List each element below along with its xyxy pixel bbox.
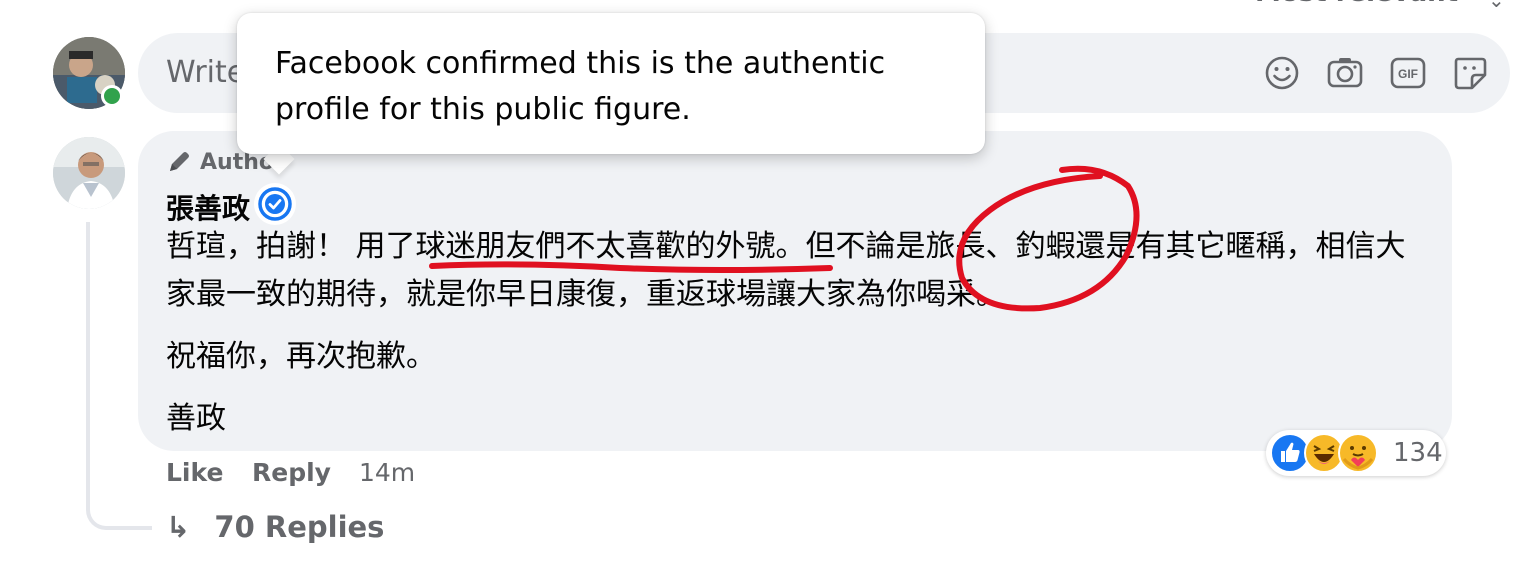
author-name[interactable]: 張善政 bbox=[166, 187, 250, 227]
verified-icon[interactable] bbox=[254, 183, 296, 225]
comment-text: 哲瑄，拍謝！ 用了球迷朋友們不太喜歡的外號。但不論是旅長、釣蝦還是有其它暱稱，相… bbox=[166, 223, 1406, 443]
care-reaction-icon bbox=[1338, 433, 1378, 473]
like-button[interactable]: Like bbox=[166, 458, 223, 487]
pencil-icon bbox=[170, 152, 189, 171]
camera-icon[interactable] bbox=[1325, 53, 1365, 93]
replies-count-label: 70 Replies bbox=[214, 510, 385, 544]
sticker-icon[interactable] bbox=[1450, 53, 1490, 93]
reactions-summary[interactable]: 134 bbox=[1266, 430, 1446, 476]
comment-timestamp[interactable]: 14m bbox=[359, 458, 415, 487]
comment-paragraph: 祝福你，再次抱歉。 bbox=[166, 339, 436, 374]
comment-paragraph: 善政 bbox=[166, 401, 226, 436]
sort-dropdown[interactable]: Most relevant bbox=[1255, 0, 1458, 8]
verified-tooltip: Facebook confirmed this is the authentic… bbox=[237, 13, 985, 154]
thread-line bbox=[86, 222, 90, 510]
svg-text:GIF: GIF bbox=[1398, 67, 1418, 81]
reply-arrow-icon: ↳ bbox=[166, 510, 191, 544]
thread-connector bbox=[86, 476, 152, 530]
reply-button[interactable]: Reply bbox=[252, 458, 331, 487]
author-avatar[interactable] bbox=[53, 137, 125, 209]
comment-bubble: Author 張善政 哲瑄，拍謝！ 用了球迷朋友們不太喜歡的外號。但不論是旅長、… bbox=[138, 131, 1452, 451]
chevron-down-icon[interactable]: ⌄ bbox=[1488, 0, 1505, 12]
online-status-dot bbox=[101, 85, 123, 107]
reaction-count: 134 bbox=[1393, 438, 1443, 468]
composer-placeholder[interactable]: Write bbox=[166, 55, 245, 90]
comment-paragraph: 哲瑄，拍謝！ 用了球迷朋友們不太喜歡的外號。但不論是旅長、釣蝦還是有其它暱稱，相… bbox=[166, 229, 1406, 312]
gif-icon[interactable]: GIF bbox=[1388, 53, 1428, 93]
emoji-icon[interactable] bbox=[1262, 53, 1302, 93]
view-replies-link[interactable]: ↳ 70 Replies bbox=[166, 510, 384, 544]
